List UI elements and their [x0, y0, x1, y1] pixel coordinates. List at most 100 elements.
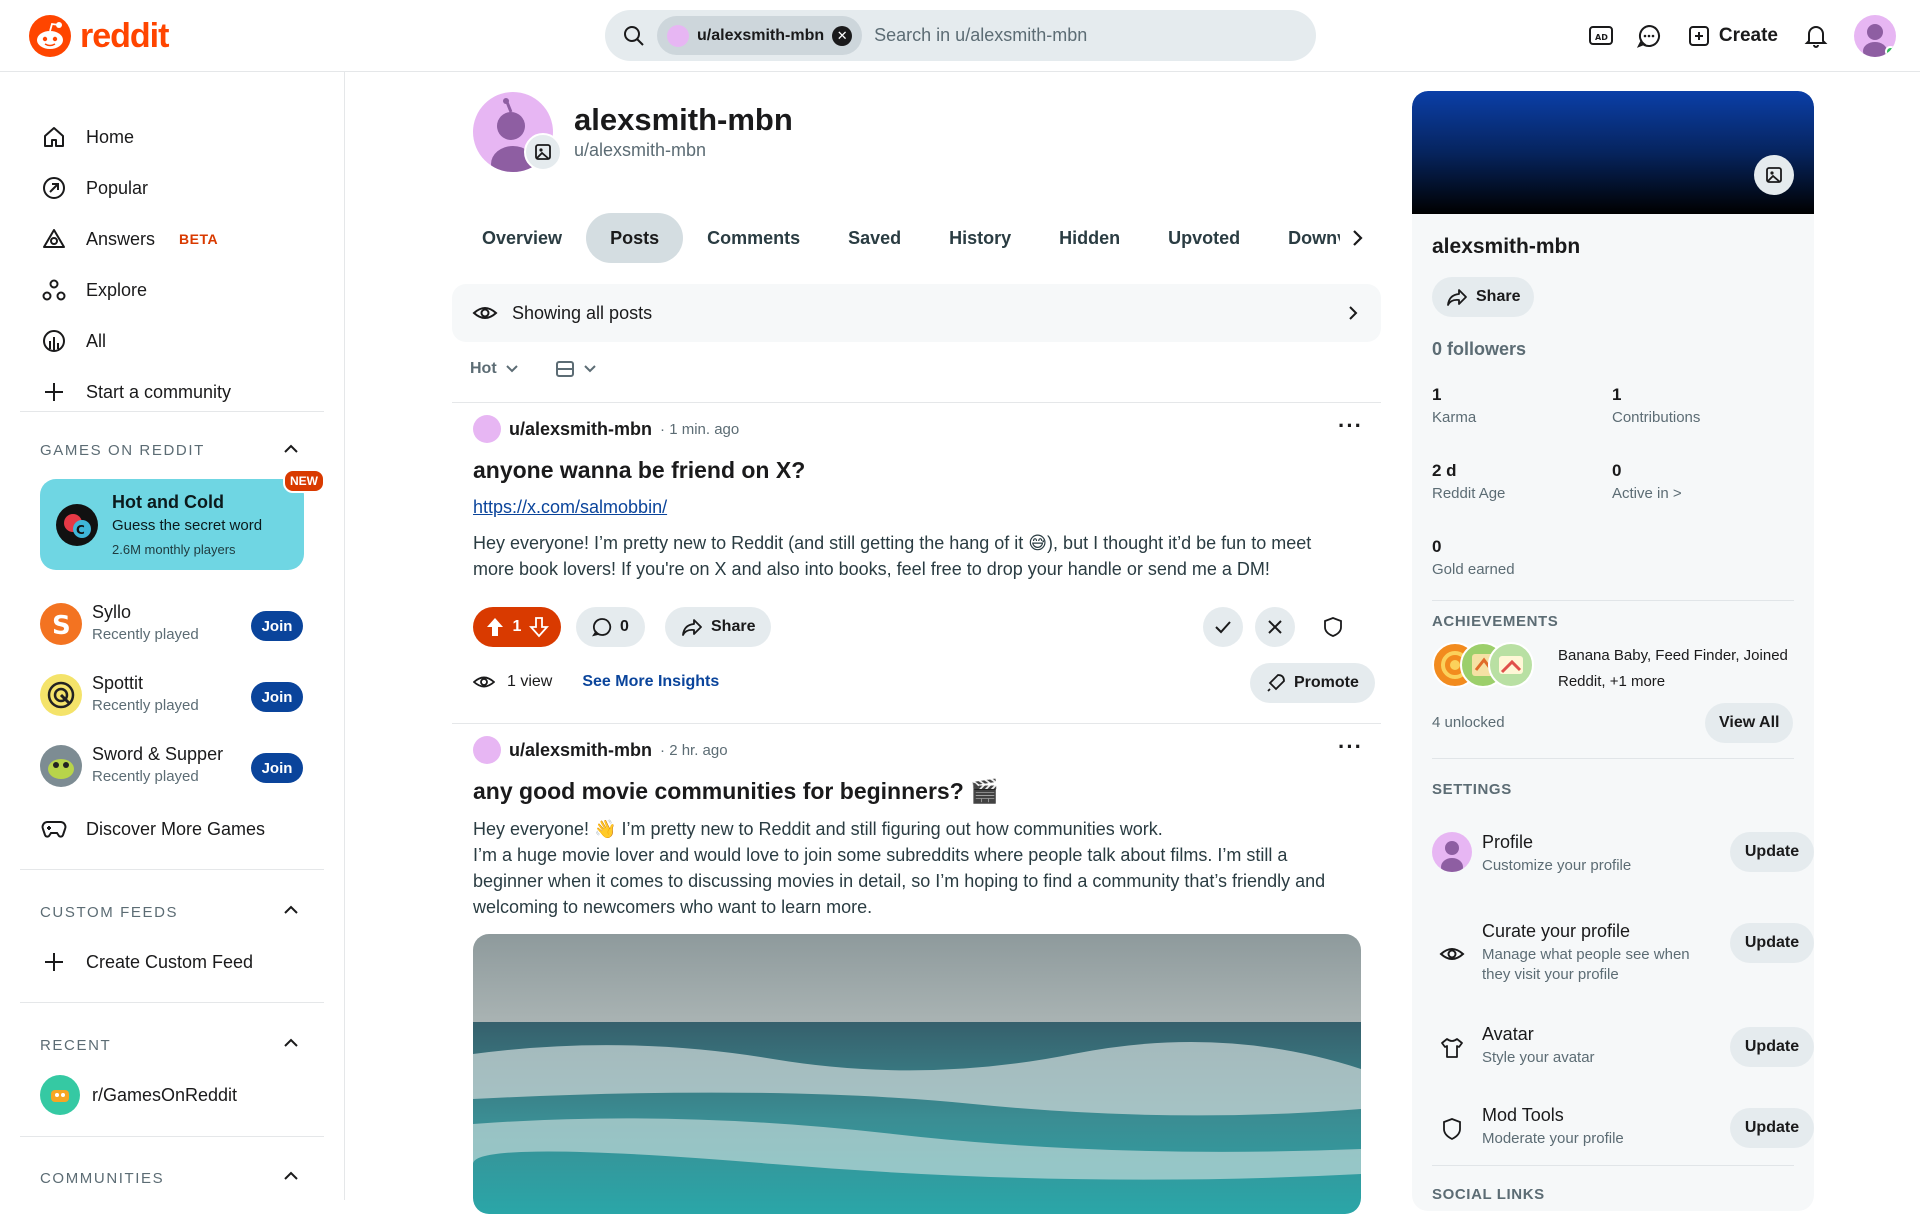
reddit-logo[interactable]: reddit: [28, 14, 169, 58]
setting-subtitle: Moderate your profile: [1482, 1130, 1624, 1147]
comments-button[interactable]: 0: [576, 607, 645, 647]
profile-avatar-icon: [1432, 832, 1472, 872]
more-options-icon[interactable]: ···: [1338, 734, 1363, 760]
user-avatar[interactable]: [1854, 15, 1896, 57]
post-time: · 2 hr. ago: [660, 741, 728, 759]
update-mod-tools-button[interactable]: Update: [1730, 1108, 1814, 1148]
join-button[interactable]: Join: [251, 753, 303, 783]
active-in-link[interactable]: Active in >: [1612, 485, 1682, 502]
discover-more-games[interactable]: Discover More Games: [40, 809, 265, 849]
view-all-achievements-button[interactable]: View All: [1705, 703, 1794, 743]
followers-count[interactable]: 0 followers: [1432, 339, 1526, 360]
share-button[interactable]: Share: [665, 607, 772, 647]
join-button[interactable]: Join: [251, 682, 303, 712]
post-title[interactable]: anyone wanna be friend on X?: [473, 457, 805, 484]
search-icon: [624, 25, 644, 46]
tab-hidden[interactable]: Hidden: [1035, 213, 1144, 263]
post-author[interactable]: u/alexsmith-mbn: [509, 740, 652, 761]
post-image-ocean[interactable]: [473, 934, 1361, 1214]
tab-saved[interactable]: Saved: [824, 213, 925, 263]
post-time-value: 2 hr. ago: [669, 741, 728, 759]
downvote-icon[interactable]: [529, 616, 550, 638]
see-more-insights-link[interactable]: See More Insights: [582, 673, 719, 691]
nav-home[interactable]: Home: [40, 117, 134, 157]
recent-games-on-reddit[interactable]: r/GamesOnReddit: [40, 1075, 237, 1115]
settings-title: SETTINGS: [1432, 781, 1512, 798]
author-avatar[interactable]: [473, 736, 501, 764]
post-author[interactable]: u/alexsmith-mbn: [509, 419, 652, 440]
chevron-down-icon[interactable]: [505, 364, 519, 374]
nav-popular[interactable]: Popular: [40, 168, 148, 208]
post-body: Hey everyone! 👋 I’m pretty new to Reddit…: [473, 816, 1353, 920]
game-row-sword-and-supper[interactable]: Sword & Supper Recently played Join: [40, 740, 305, 790]
svg-text:C: C: [76, 523, 85, 537]
game-name: Sword & Supper: [92, 744, 224, 764]
eye-icon: [472, 307, 498, 319]
eye-icon: [473, 676, 495, 688]
achievement-badges[interactable]: [1432, 642, 1542, 692]
create-button[interactable]: Create: [1673, 14, 1792, 58]
hot-and-cold-icon: C: [56, 504, 98, 546]
nav-all-label: All: [86, 330, 107, 351]
upvote-icon[interactable]: [485, 616, 505, 638]
create-label: Create: [1718, 25, 1778, 46]
svg-text:S: S: [52, 611, 71, 641]
profile-share-button[interactable]: Share: [1432, 277, 1535, 317]
bell-icon[interactable]: [1792, 14, 1840, 58]
setting-title: Mod Tools: [1482, 1105, 1564, 1125]
mod-shield-icon[interactable]: [1313, 607, 1353, 647]
sort-dropdown[interactable]: Hot: [470, 360, 497, 378]
chevron-down-icon[interactable]: [583, 364, 597, 374]
update-avatar-button[interactable]: Update: [1730, 1027, 1814, 1067]
tab-history[interactable]: History: [925, 213, 1035, 263]
game-row-spottit[interactable]: Spottit Recently played Join: [40, 669, 305, 719]
promote-button[interactable]: Promote: [1250, 663, 1375, 703]
game-row-syllo[interactable]: S Syllo Recently played Join: [40, 598, 305, 648]
more-options-icon[interactable]: ···: [1338, 413, 1363, 439]
tab-upvoted[interactable]: Upvoted: [1144, 213, 1264, 263]
tab-downvoted[interactable]: Downvoted: [1264, 213, 1340, 263]
nav-explore[interactable]: Explore: [40, 270, 147, 310]
clear-scope-icon[interactable]: ✕: [832, 25, 853, 46]
profile-share-label: Share: [1476, 288, 1521, 305]
search-bar[interactable]: u/alexsmith-mbn ✕ Search in u/alexsmith-…: [605, 10, 1316, 61]
promo-card-hot-and-cold[interactable]: C Hot and Cold Guess the secret word 2.6…: [40, 479, 304, 570]
chat-icon[interactable]: [1625, 14, 1673, 58]
edit-banner-icon[interactable]: [1754, 155, 1794, 195]
nav-answers[interactable]: Answers BETA: [40, 219, 218, 259]
tab-overview[interactable]: Overview: [458, 213, 586, 263]
edit-avatar-icon[interactable]: [524, 133, 562, 171]
sort-controls: Hot: [470, 360, 597, 378]
search-input[interactable]: Search in u/alexsmith-mbn: [874, 25, 1087, 46]
shield-icon: [1432, 1109, 1472, 1149]
search-scope-chip[interactable]: u/alexsmith-mbn ✕: [657, 16, 863, 55]
join-button[interactable]: Join: [251, 611, 303, 641]
nav-start-community[interactable]: Start a community: [40, 372, 231, 412]
showing-all-posts-bar[interactable]: Showing all posts: [452, 284, 1381, 342]
update-curate-button[interactable]: Update: [1730, 923, 1814, 963]
approve-icon[interactable]: [1203, 607, 1243, 647]
tab-comments[interactable]: Comments: [683, 213, 824, 263]
update-profile-button[interactable]: Update: [1730, 832, 1814, 872]
post-time: · 1 min. ago: [660, 420, 740, 438]
chevron-up-icon[interactable]: [282, 1035, 300, 1049]
remove-icon[interactable]: [1255, 607, 1295, 647]
vote-count: 1: [512, 618, 522, 635]
nav-all[interactable]: All: [40, 321, 106, 361]
create-custom-feed[interactable]: Create Custom Feed: [40, 942, 253, 982]
contributions-value: 1: [1612, 385, 1622, 404]
nav-start-community-label: Start a community: [86, 381, 232, 402]
setting-subtitle: Customize your profile: [1482, 857, 1632, 874]
chevron-up-icon[interactable]: [282, 1168, 300, 1182]
post-title[interactable]: any good movie communities for beginners…: [473, 778, 999, 805]
post-link[interactable]: https://x.com/salmobbin/: [473, 497, 667, 518]
author-avatar[interactable]: [473, 415, 501, 443]
chevron-right-icon[interactable]: [1347, 225, 1367, 251]
tab-posts[interactable]: Posts: [586, 213, 684, 263]
chevron-up-icon[interactable]: [282, 902, 300, 916]
post-body-line: Hey everyone! 👋 I’m pretty new to Reddit…: [473, 819, 1163, 839]
achievements-list: Banana Baby, Feed Finder, Joined Reddit,…: [1558, 647, 1788, 690]
chevron-up-icon[interactable]: [282, 441, 300, 455]
advertise-icon[interactable]: AD: [1577, 14, 1625, 58]
layout-view-icon[interactable]: [555, 360, 575, 378]
